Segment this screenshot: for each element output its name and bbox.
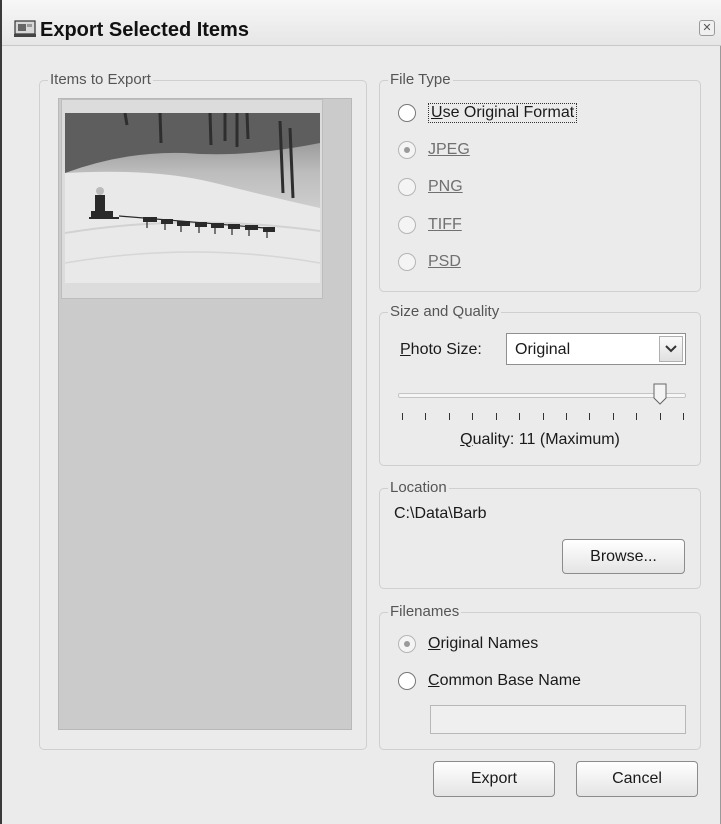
- radio-label-png: PNG: [428, 178, 463, 195]
- radio-button[interactable]: [398, 672, 416, 690]
- radio-button[interactable]: [398, 635, 416, 653]
- size-quality-legend: Size and Quality: [388, 303, 502, 320]
- export-dialog: Export Selected Items ✕ Items to Export: [0, 0, 721, 824]
- radio-button[interactable]: [398, 178, 416, 196]
- title-bar[interactable]: Export Selected Items ✕: [2, 0, 721, 46]
- radio-psd[interactable]: PSD: [398, 253, 461, 271]
- radio-button[interactable]: [398, 253, 416, 271]
- close-icon[interactable]: ✕: [699, 20, 715, 36]
- radio-button[interactable]: [398, 104, 416, 122]
- radio-tiff[interactable]: TIFF: [398, 216, 462, 234]
- radio-label-original-names: Original Names: [428, 635, 539, 652]
- chevron-down-icon[interactable]: [659, 336, 683, 362]
- radio-label-common-base-name: Common Base Name: [428, 672, 581, 689]
- photo-size-select[interactable]: Original: [506, 333, 686, 365]
- base-name-input[interactable]: [430, 705, 686, 734]
- radio-png[interactable]: PNG: [398, 178, 463, 196]
- radio-label-psd: PSD: [428, 253, 461, 270]
- slider-tick: [425, 413, 426, 420]
- quality-slider-track[interactable]: [398, 393, 686, 398]
- slider-tick: [543, 413, 544, 420]
- radio-button[interactable]: [398, 216, 416, 234]
- slider-tick: [566, 413, 567, 420]
- location-legend: Location: [388, 479, 449, 496]
- export-button[interactable]: Export: [433, 761, 555, 797]
- dog-sled-photo: [65, 113, 320, 283]
- photo-size-value: Original: [515, 341, 571, 358]
- radio-original-names[interactable]: Original Names: [398, 635, 538, 653]
- items-to-export-group: Items to Export: [39, 71, 367, 750]
- photo-size-label: Photo Size:: [400, 341, 482, 358]
- filenames-group: Filenames Original Names Common Base Nam…: [379, 603, 701, 750]
- dialog-title: Export Selected Items: [40, 19, 249, 41]
- items-to-export-legend: Items to Export: [48, 71, 153, 88]
- size-quality-group: Size and Quality Photo Size: Original Qu…: [379, 303, 701, 466]
- filenames-legend: Filenames: [388, 603, 462, 620]
- quality-slider-ticks: [402, 413, 684, 423]
- slider-tick: [589, 413, 590, 420]
- radio-label-jpeg: JPEG: [428, 141, 470, 158]
- radio-common-base-name[interactable]: Common Base Name: [398, 672, 581, 690]
- slider-tick: [472, 413, 473, 420]
- items-list[interactable]: [58, 98, 352, 730]
- radio-label-use-original-format: Use Original Format: [428, 103, 578, 123]
- slider-tick: [449, 413, 450, 420]
- location-path: C:\Data\Barb: [394, 505, 487, 522]
- radio-label-tiff: TIFF: [428, 216, 462, 233]
- slider-tick: [613, 413, 614, 420]
- browse-button[interactable]: Browse...: [562, 539, 685, 574]
- item-thumbnail[interactable]: [61, 99, 323, 299]
- slider-tick: [636, 413, 637, 420]
- slider-tick: [496, 413, 497, 420]
- file-type-legend: File Type: [388, 71, 453, 88]
- export-icon: [14, 20, 36, 38]
- slider-tick: [660, 413, 661, 420]
- location-group: Location C:\Data\Barb Browse...: [379, 479, 701, 589]
- slider-tick: [519, 413, 520, 420]
- radio-jpeg[interactable]: JPEG: [398, 141, 470, 159]
- slider-tick: [402, 413, 403, 420]
- quality-label: Quality: 11 (Maximum): [460, 431, 620, 448]
- quality-slider-thumb[interactable]: [653, 383, 667, 405]
- cancel-button[interactable]: Cancel: [576, 761, 698, 797]
- slider-tick: [683, 413, 684, 420]
- radio-use-original-format[interactable]: Use Original Format: [398, 103, 578, 123]
- file-type-group: File Type Use Original Format JPEG PNG T…: [379, 71, 701, 292]
- radio-button[interactable]: [398, 141, 416, 159]
